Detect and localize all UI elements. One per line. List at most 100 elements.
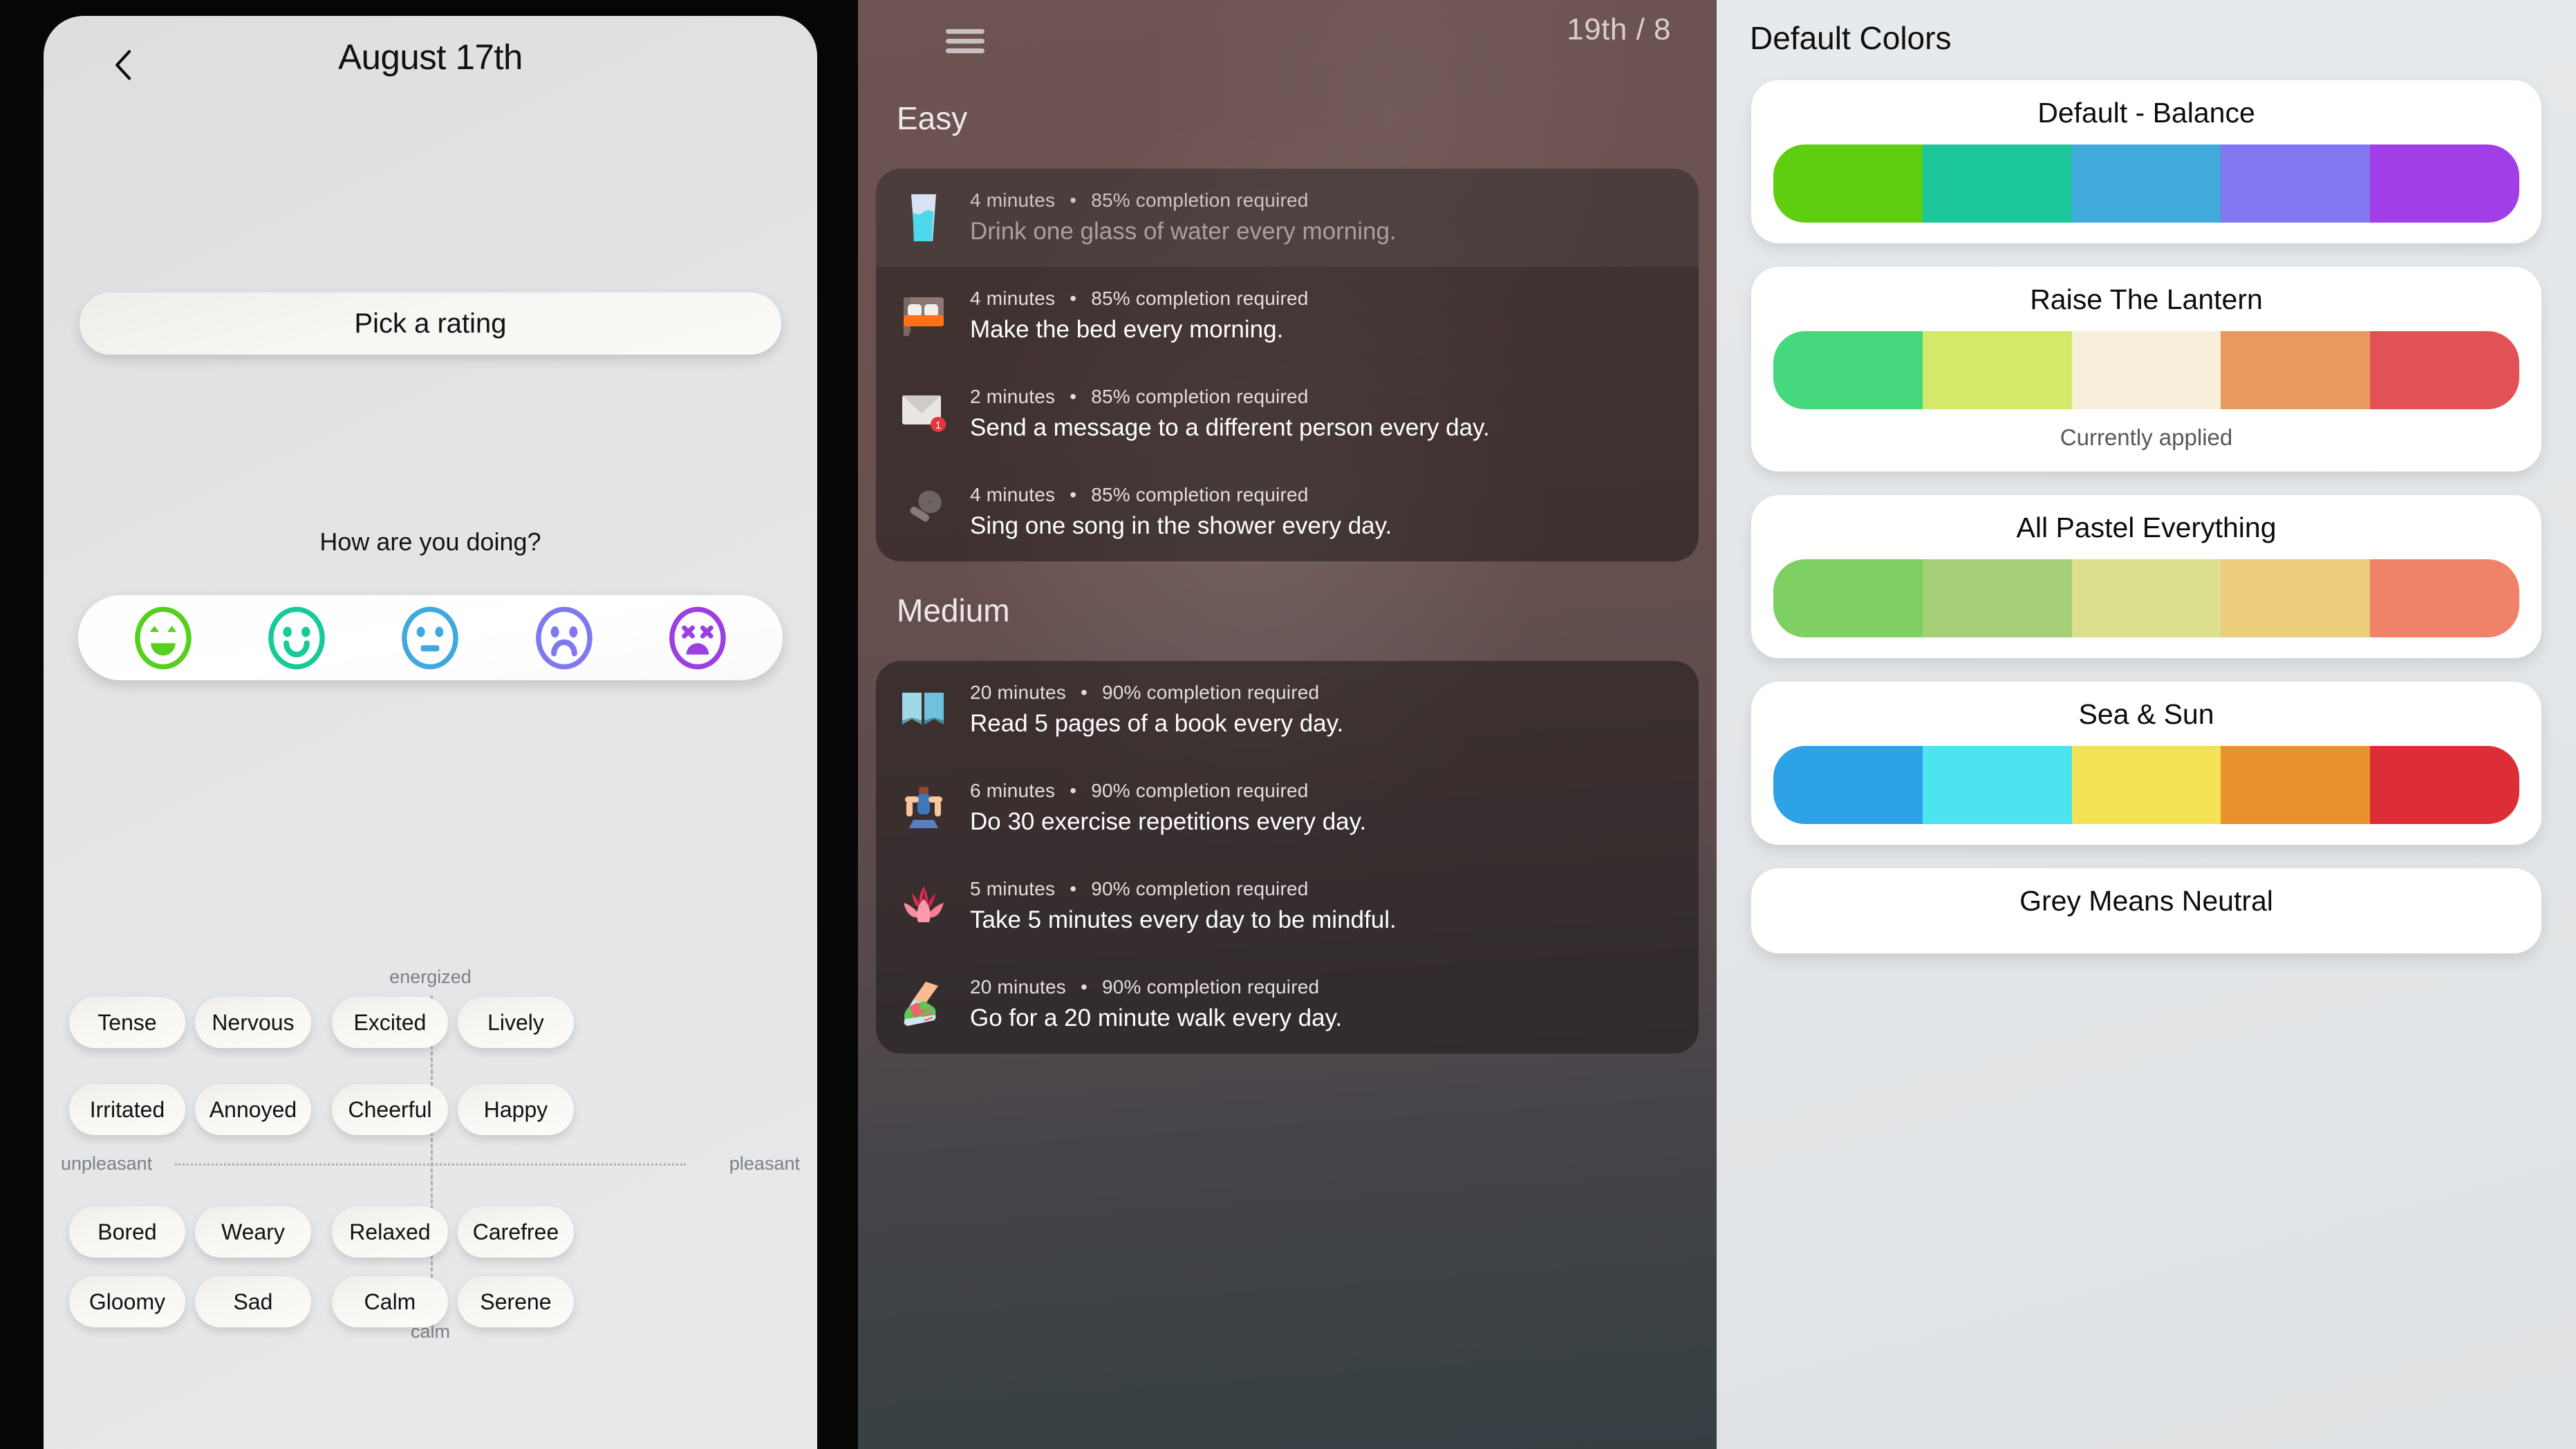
mood-chip-weary[interactable]: Weary	[195, 1206, 311, 1258]
mood-chip-annoyed[interactable]: Annoyed	[195, 1084, 311, 1135]
theme-card-default-balance[interactable]: Default - Balance	[1751, 80, 2541, 243]
theme-name: Grey Means Neutral	[2019, 885, 2273, 917]
mood-chip-relaxed[interactable]: Relaxed	[332, 1206, 448, 1258]
section-title-easy: Easy	[897, 100, 968, 136]
habits-topbar: 19th / 8	[858, 0, 1717, 77]
swatch-4	[2221, 331, 2371, 409]
pick-rating-button[interactable]: Pick a rating	[80, 292, 781, 355]
habit-body: 20 minutes • 90% completion required Rea…	[970, 682, 1683, 739]
habit-requirement: 85% completion required	[1091, 287, 1309, 309]
theme-swatch-bar	[1773, 144, 2519, 223]
swatch-2	[1922, 331, 2072, 409]
rating-sad-icon[interactable]	[533, 606, 595, 670]
habit-duration: 4 minutes	[970, 189, 1056, 211]
theme-card-all-pastel-everything[interactable]: All Pastel Everything	[1751, 495, 2541, 658]
theme-card-sea-and-sun[interactable]: Sea & Sun	[1751, 682, 2541, 845]
mood-chip-tense[interactable]: Tense	[69, 997, 185, 1048]
habit-duration: 20 minutes	[970, 681, 1066, 703]
swatch-5	[2370, 331, 2519, 409]
habit-meta: 20 minutes • 90% completion required	[970, 682, 1683, 704]
habit-card-easy: 4 minutes • 85% completion required Drin…	[876, 169, 1699, 561]
swatch-5	[2370, 559, 2519, 637]
mood-chip-irritated[interactable]: Irritated	[69, 1084, 185, 1135]
habit-row[interactable]: 5 minutes • 90% completion required Take…	[876, 857, 1699, 955]
bed-icon	[895, 285, 952, 347]
axis-horizontal-divider	[175, 1163, 686, 1166]
swatch-4	[2221, 746, 2371, 824]
habit-meta: 2 minutes • 85% completion required	[970, 386, 1683, 408]
swatch-3	[2071, 746, 2221, 824]
swatch-1	[1773, 331, 1923, 409]
swatch-5	[2370, 144, 2519, 223]
mood-chip-bored[interactable]: Bored	[69, 1206, 185, 1258]
screenshot-stage: August 17th Pick a rating How are you do…	[0, 0, 2576, 1449]
habit-text: Sing one song in the shower every day.	[970, 512, 1392, 539]
glass-of-water-icon	[895, 187, 952, 249]
habit-body: 20 minutes • 90% completion required Go …	[970, 976, 1683, 1034]
mood-chip-happy[interactable]: Happy	[458, 1084, 574, 1135]
habit-requirement: 90% completion required	[1101, 681, 1320, 703]
mood-chip-serene[interactable]: Serene	[458, 1276, 574, 1327]
habit-row[interactable]: 4 minutes • 85% completion required Drin…	[876, 169, 1699, 267]
mood-chip-excited[interactable]: Excited	[332, 997, 448, 1048]
habit-card-medium: 20 minutes • 90% completion required Rea…	[876, 661, 1699, 1054]
habit-meta: 4 minutes • 85% completion required	[970, 189, 1683, 212]
habit-text: Take 5 minutes every day to be mindful.	[970, 906, 1397, 933]
habit-requirement: 90% completion required	[1091, 779, 1309, 801]
mood-chip-nervous[interactable]: Nervous	[195, 997, 311, 1048]
meta-separator: •	[1070, 483, 1077, 505]
rating-very-sad-icon[interactable]	[666, 606, 729, 670]
habit-row[interactable]: 4 minutes • 85% completion required Sing…	[876, 463, 1699, 561]
mood-chip-sad[interactable]: Sad	[195, 1276, 311, 1327]
meta-separator: •	[1070, 189, 1077, 211]
habit-duration: 4 minutes	[970, 287, 1056, 309]
habit-meta: 20 minutes • 90% completion required	[970, 976, 1683, 998]
mood-chip-lively[interactable]: Lively	[458, 997, 574, 1048]
theme-card-grey-means-neutral[interactable]: Grey Means Neutral	[1751, 868, 2541, 953]
mood-chip-carefree[interactable]: Carefree	[458, 1206, 574, 1258]
pick-rating-label: Pick a rating	[354, 308, 507, 339]
theme-swatch-bar	[1773, 746, 2519, 824]
meta-separator: •	[1070, 779, 1077, 801]
swatch-5	[2370, 746, 2519, 824]
habit-duration: 5 minutes	[970, 877, 1056, 899]
swatch-2	[1922, 559, 2072, 637]
habit-body: 4 minutes • 85% completion required Sing…	[970, 484, 1683, 541]
habit-row[interactable]: 6 minutes • 90% completion required Do 3…	[876, 759, 1699, 857]
habit-duration: 6 minutes	[970, 779, 1056, 801]
mood-journal-panel: August 17th Pick a rating How are you do…	[44, 16, 817, 1449]
mood-rating-strip	[78, 595, 783, 680]
swatch-3	[2071, 331, 2221, 409]
swatch-4	[2221, 144, 2371, 223]
mood-chip-calm[interactable]: Calm	[332, 1276, 448, 1327]
habit-requirement: 85% completion required	[1091, 189, 1309, 211]
habit-text: Make the bed every morning.	[970, 315, 1284, 343]
theme-name: Sea & Sun	[2078, 698, 2214, 730]
habit-row[interactable]: 20 minutes • 90% completion required Go …	[876, 955, 1699, 1054]
axis-label-energized: energized	[389, 966, 472, 987]
status-badge-currently-applied: Currently applied	[2060, 424, 2233, 450]
habit-body: 4 minutes • 85% completion required Make…	[970, 288, 1683, 345]
mood-question: How are you doing?	[319, 527, 541, 556]
rating-very-happy-icon[interactable]	[132, 606, 194, 670]
meta-separator: •	[1070, 287, 1077, 309]
microphone-icon	[895, 481, 952, 543]
habit-row[interactable]: 1 2 minutes • 85% completion required Se…	[876, 365, 1699, 463]
rating-happy-icon[interactable]	[265, 606, 328, 670]
habit-body: 5 minutes • 90% completion required Take…	[970, 878, 1683, 935]
mood-chip-cheerful[interactable]: Cheerful	[332, 1084, 448, 1135]
meta-separator: •	[1070, 877, 1077, 899]
lotus-icon	[895, 875, 952, 937]
habit-text: Read 5 pages of a book every day.	[970, 709, 1344, 737]
rating-neutral-icon[interactable]	[399, 606, 461, 670]
mood-chip-gloomy[interactable]: Gloomy	[69, 1276, 185, 1327]
meta-separator: •	[1070, 385, 1077, 407]
hamburger-menu-icon[interactable]	[946, 29, 984, 53]
swatch-1	[1773, 746, 1923, 824]
habit-duration: 20 minutes	[970, 975, 1066, 998]
habit-row[interactable]: 4 minutes • 85% completion required Make…	[876, 267, 1699, 365]
habit-row[interactable]: 20 minutes • 90% completion required Rea…	[876, 661, 1699, 759]
envelope-icon: 1	[895, 383, 952, 445]
theme-card-raise-the-lantern[interactable]: Raise The Lantern Currently applied	[1751, 267, 2541, 471]
habit-requirement: 90% completion required	[1101, 975, 1320, 998]
